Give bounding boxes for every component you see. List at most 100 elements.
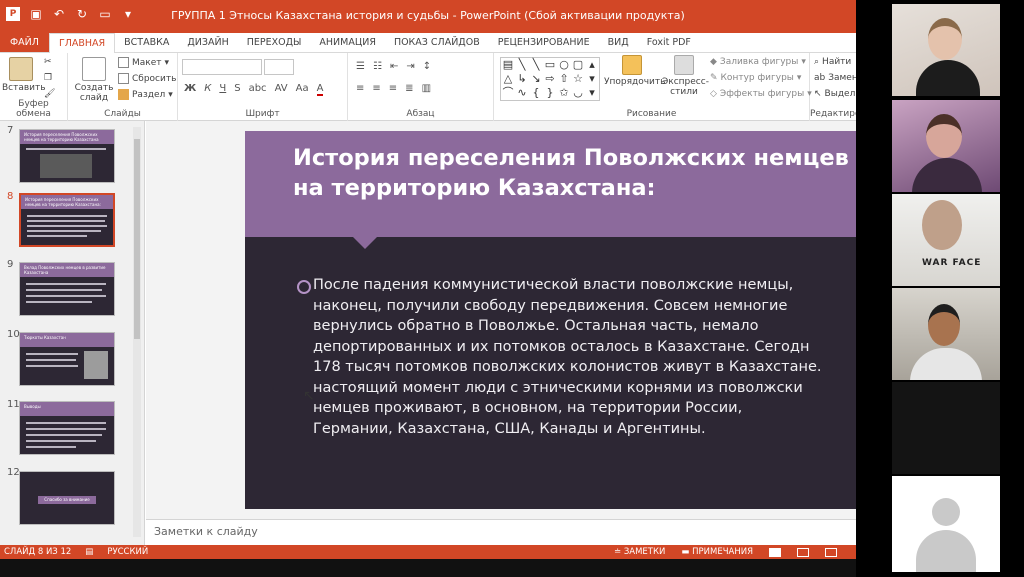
wave-shape-icon[interactable]: ∿ (515, 86, 529, 100)
scroll-down-icon[interactable]: ▾ (585, 86, 599, 100)
slide-thumbnail-9[interactable]: Вклад Поволжских немцев в развитие Казах… (19, 262, 115, 316)
shadow-button[interactable]: S (234, 83, 240, 96)
ribbon: Вставить ✂ ❐ 🖌 Буфер обмена Создать слай… (0, 53, 856, 121)
format-painter-button[interactable]: 🖌 (44, 89, 55, 99)
textbox-shape-icon[interactable]: ▤ (501, 58, 515, 72)
justify-icon[interactable]: ≣ (405, 83, 413, 94)
tab-foxit-pdf[interactable]: Foxit PDF (638, 33, 700, 52)
scroll-shape-icon[interactable]: ▴ (585, 58, 599, 72)
tab-animation[interactable]: АНИМАЦИЯ (310, 33, 385, 52)
spellcheck-icon[interactable]: ▤ (85, 547, 93, 557)
tab-review[interactable]: РЕЦЕНЗИРОВАНИЕ (489, 33, 599, 52)
font-color-button[interactable]: A (316, 83, 324, 96)
slide-thumbnail-11[interactable]: Выводы (19, 401, 115, 455)
copy-button[interactable]: ❐ (44, 73, 52, 83)
font-name-dropdown[interactable] (182, 59, 262, 75)
slide-title[interactable]: История переселения Поволжских немцев на… (293, 143, 853, 203)
notes-pane[interactable]: Заметки к слайду (146, 519, 856, 545)
scrollbar-thumb[interactable] (134, 139, 140, 339)
thumb-number: 9 (7, 259, 14, 270)
bold-button[interactable]: Ж (184, 83, 196, 96)
arrow-up-icon[interactable]: ⇧ (557, 72, 571, 86)
bent-line-icon[interactable]: ↳ (515, 72, 529, 86)
tab-home[interactable]: ГЛАВНАЯ (48, 33, 116, 54)
star-shape-icon[interactable]: ☆ (571, 72, 585, 86)
tab-design[interactable]: ДИЗАЙН (178, 33, 237, 52)
italic-button[interactable]: К (204, 83, 211, 96)
underline-button[interactable]: Ч (219, 83, 226, 96)
reset-button[interactable]: Сбросить (118, 73, 176, 84)
quick-styles-button[interactable]: Экспресс-стили (662, 55, 709, 97)
thumbnails-scrollbar[interactable] (133, 127, 141, 537)
arrow-right-icon[interactable]: ⇨ (543, 72, 557, 86)
participant-video-4[interactable] (892, 288, 1000, 380)
triangle-shape-icon[interactable]: △ (501, 72, 515, 86)
slide-thumbnail-10[interactable]: Тюркоты Казахстан (19, 332, 115, 386)
paste-button[interactable]: Вставить (2, 57, 46, 93)
shapes-gallery[interactable]: ▤ ╲ ╲ ▭ ○ ▢ ▴ △ ↳ ↘ ⇨ ⇧ ☆ ▾ ⌒ ∿{} ✩ ◡ ▾ (500, 57, 600, 101)
find-button[interactable]: ⌕ Найти (814, 57, 851, 67)
participant-video-1[interactable] (892, 4, 1000, 96)
tab-slideshow[interactable]: ПОКАЗ СЛАЙДОВ (385, 33, 489, 52)
replace-button[interactable]: ab Замен (814, 73, 856, 83)
connector-icon[interactable]: ↘ (529, 72, 543, 86)
case-button[interactable]: Aa (296, 83, 309, 96)
shape-fill-button[interactable]: ◆ Заливка фигуры ▾ (710, 57, 806, 67)
arrange-button[interactable]: Упорядочить (604, 55, 665, 87)
rounded-shape-icon[interactable]: ▢ (571, 58, 585, 72)
align-left-icon[interactable]: ≡ (356, 83, 364, 94)
select-button[interactable]: ↖ Выдел (814, 89, 855, 99)
comments-toggle[interactable]: ▬ ПРИМЕЧАНИЯ (681, 547, 753, 557)
shape-effects-button[interactable]: ◇ Эффекты фигуры ▾ (710, 89, 812, 99)
rect-shape-icon[interactable]: ▭ (543, 58, 557, 72)
star2-shape-icon[interactable]: ✩ (557, 86, 571, 100)
section-button[interactable]: Раздел ▾ (118, 89, 173, 100)
slide-thumbnail-7[interactable]: История переселения Поволжских немцев на… (19, 129, 115, 183)
window-title: ГРУППА 1 Этносы Казахстана история и суд… (171, 9, 685, 22)
line2-shape-icon[interactable]: ╲ (529, 58, 543, 72)
line-spacing-icon[interactable]: ↕ (423, 61, 431, 72)
numbering-icon[interactable]: ☷ (373, 61, 382, 72)
participant-video-2[interactable] (892, 100, 1000, 192)
slide-thumbnail-12[interactable]: Спасибо за внимание (19, 471, 115, 525)
indent-increase-icon[interactable]: ⇥ (406, 61, 414, 72)
slide-sorter-icon[interactable] (797, 547, 810, 557)
strikethrough-button[interactable]: abc (249, 83, 267, 96)
reading-view-icon[interactable] (825, 547, 838, 557)
spacing-button[interactable]: AV (275, 83, 288, 96)
participant-video-6[interactable] (892, 476, 1000, 572)
cut-button[interactable]: ✂ (44, 57, 52, 67)
brace-left-icon[interactable]: { (529, 86, 543, 100)
language-indicator[interactable]: РУССКИЙ (107, 547, 148, 557)
slide-canvas: История переселения Поволжских немцев на… (146, 121, 856, 519)
notes-toggle[interactable]: ≐ ЗАМЕТКИ (614, 547, 665, 557)
brace-right-icon[interactable]: } (543, 86, 557, 100)
indent-decrease-icon[interactable]: ⇤ (390, 61, 398, 72)
slide-body-text[interactable]: После падения коммунистической власти по… (313, 275, 856, 439)
tab-insert[interactable]: ВСТАВКА (115, 33, 178, 52)
tab-view[interactable]: ВИД (599, 33, 638, 52)
bullet-circle-icon (297, 280, 311, 294)
participant-video-5[interactable] (892, 382, 1000, 474)
tab-file[interactable]: ФАЙЛ (0, 33, 49, 52)
slide-thumbnail-8[interactable]: История переселения Поволжских немцев на… (19, 193, 115, 247)
new-slide-button[interactable]: Создать слайд (74, 57, 114, 103)
curve-shape-icon[interactable]: ⌒ (501, 86, 515, 100)
thumb-number: 7 (7, 125, 14, 136)
shape-outline-button[interactable]: ✎ Контур фигуры ▾ (710, 73, 801, 83)
bullets-icon[interactable]: ☰ (356, 61, 365, 72)
columns-icon[interactable]: ▥ (422, 83, 431, 94)
normal-view-icon[interactable] (769, 547, 782, 557)
participant-video-3[interactable]: WAR FACE (892, 194, 1000, 286)
align-right-icon[interactable]: ≡ (389, 83, 397, 94)
tab-transitions[interactable]: ПЕРЕХОДЫ (238, 33, 311, 52)
oval-shape-icon[interactable]: ○ (557, 58, 571, 72)
current-slide[interactable]: История переселения Поволжских немцев на… (245, 131, 856, 509)
layout-button[interactable]: Макет ▾ (118, 57, 169, 68)
status-bar: СЛАЙД 8 ИЗ 12 ▤ РУССКИЙ ≐ ЗАМЕТКИ ▬ ПРИМ… (0, 545, 856, 559)
font-size-dropdown[interactable] (264, 59, 294, 75)
callout-shape-icon[interactable]: ◡ (571, 86, 585, 100)
line-shape-icon[interactable]: ╲ (515, 58, 529, 72)
more-shapes-icon[interactable]: ▾ (585, 72, 599, 86)
align-center-icon[interactable]: ≡ (372, 83, 380, 94)
